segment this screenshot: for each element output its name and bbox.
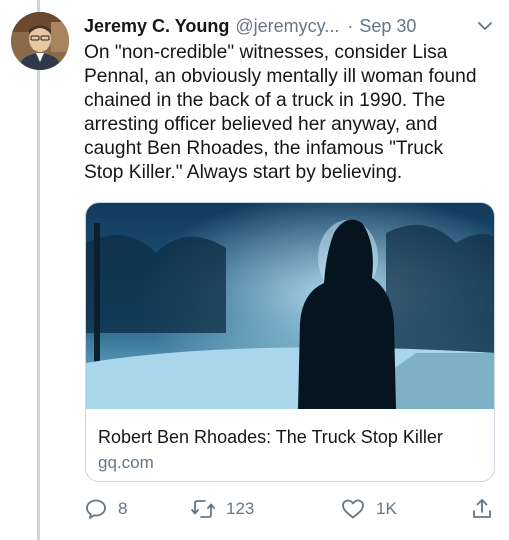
- reply-icon: [84, 497, 108, 521]
- retweet-count: 123: [226, 499, 255, 518]
- reply-button[interactable]: 8: [84, 496, 127, 522]
- card-image: [86, 203, 494, 409]
- like-count: 1K: [376, 499, 397, 518]
- tweet-line: On "non-credible" witnesses, consider Li…: [84, 42, 448, 63]
- card-title[interactable]: Robert Ben Rhoades: The Truck Stop Kille…: [98, 427, 443, 448]
- author-handle[interactable]: @jeremycy...: [235, 16, 339, 37]
- thread-line: [37, 0, 40, 540]
- like-button[interactable]: 1K: [340, 496, 397, 522]
- tweet-line: Pennal, an obviously mentally ill woman …: [84, 66, 477, 87]
- separator-dot: ·: [347, 15, 354, 36]
- tweet-header: Jeremy C. Young @jeremycy... · Sep 30: [84, 14, 497, 38]
- tweet-date[interactable]: Sep 30: [359, 16, 416, 37]
- tweet-actions: 8 123 1K: [84, 496, 500, 522]
- reply-count: 8: [118, 499, 128, 518]
- tweet-line: Stop Killer." Always start by believing.: [84, 162, 403, 183]
- share-button[interactable]: [470, 496, 494, 522]
- avatar[interactable]: [11, 12, 69, 70]
- tweet-line: caught Ben Rhoades, the infamous "Truck: [84, 138, 444, 159]
- link-card[interactable]: Robert Ben Rhoades: The Truck Stop Kille…: [85, 202, 495, 482]
- heart-icon: [340, 497, 366, 521]
- tweet-text: On "non-credible" witnesses, consider Li…: [84, 41, 496, 185]
- author-name[interactable]: Jeremy C. Young: [84, 16, 229, 37]
- share-icon: [470, 497, 494, 521]
- retweet-icon: [190, 497, 216, 521]
- retweet-button[interactable]: 123: [190, 496, 254, 522]
- chevron-down-icon[interactable]: [475, 16, 495, 36]
- tweet-line: chained in the back of a truck in 1990. …: [84, 90, 446, 111]
- tweet-line: arresting officer believed her anyway, a…: [84, 114, 438, 135]
- card-domain: gq.com: [98, 453, 154, 472]
